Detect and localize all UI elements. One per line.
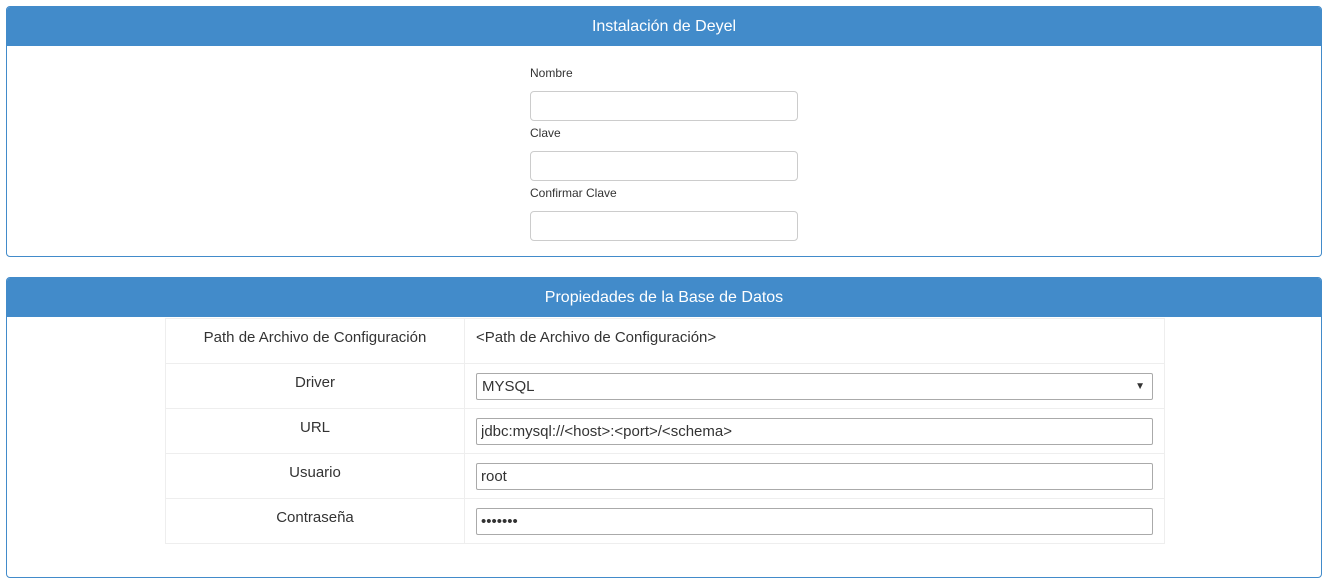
url-input[interactable] xyxy=(476,418,1153,445)
db-password-label: Contraseña xyxy=(165,498,465,544)
table-row: Usuario xyxy=(165,453,1165,499)
user-label: Usuario xyxy=(165,453,465,499)
password-input[interactable] xyxy=(530,151,798,181)
confirm-password-label: Confirmar Clave xyxy=(530,186,617,200)
config-path-label: Path de Archivo de Configuración xyxy=(165,318,465,364)
driver-selected-value: MYSQL xyxy=(482,378,535,395)
url-label: URL xyxy=(165,408,465,454)
database-properties-table: Path de Archivo de Configuración <Path d… xyxy=(165,318,1165,544)
installation-panel: Instalación de Deyel Nombre Clave Confir… xyxy=(6,6,1322,257)
table-row: Driver MYSQL ▼ xyxy=(165,363,1165,409)
name-label: Nombre xyxy=(530,66,573,80)
table-row: Contraseña xyxy=(165,498,1165,544)
name-input[interactable] xyxy=(530,91,798,121)
installation-panel-title: Instalación de Deyel xyxy=(7,7,1321,46)
chevron-down-icon: ▼ xyxy=(1135,381,1145,392)
config-path-value: <Path de Archivo de Configuración> xyxy=(476,329,717,346)
db-password-input[interactable] xyxy=(476,508,1153,535)
user-input[interactable] xyxy=(476,463,1153,490)
table-row: URL xyxy=(165,408,1165,454)
table-row: Path de Archivo de Configuración <Path d… xyxy=(165,318,1165,364)
driver-select[interactable]: MYSQL ▼ xyxy=(476,373,1153,400)
database-panel-title: Propiedades de la Base de Datos xyxy=(7,278,1321,317)
driver-label: Driver xyxy=(165,363,465,409)
confirm-password-input[interactable] xyxy=(530,211,798,241)
password-label: Clave xyxy=(530,126,561,140)
database-properties-panel: Propiedades de la Base de Datos Path de … xyxy=(6,277,1322,578)
